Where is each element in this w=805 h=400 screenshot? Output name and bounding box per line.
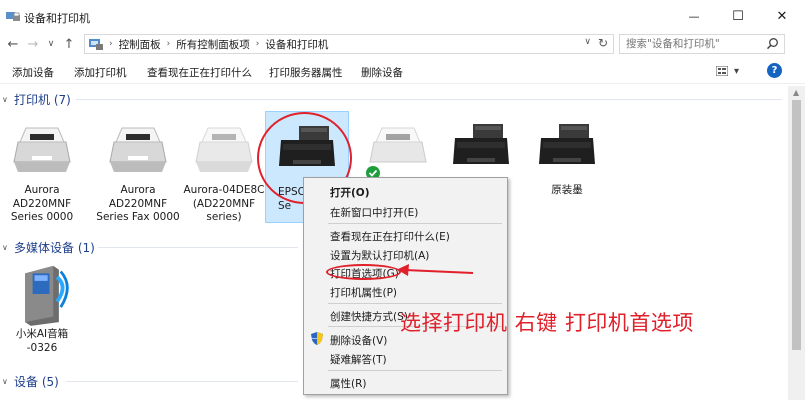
breadcrumb-devices-printers[interactable]: 设备和打印机	[265, 37, 328, 52]
group-divider	[76, 99, 782, 100]
group-label: 多媒体设备 (1)	[14, 240, 95, 255]
scroll-up-icon[interactable]: ▲	[793, 88, 799, 97]
epson-printer-icon	[453, 124, 509, 164]
mfp-printer-icon	[13, 127, 71, 172]
breadcrumb-control-panel[interactable]: 控制面板	[119, 37, 161, 52]
close-button[interactable]: ✕	[764, 0, 800, 32]
address-dropdown-icon[interactable]: ∨	[584, 37, 591, 47]
back-button[interactable]: ←	[4, 35, 22, 53]
device-printer-aurora-0000[interactable]: Aurora AD220MNF Series 0000	[0, 120, 84, 225]
forward-arrow-icon: →	[27, 36, 39, 52]
recent-locations-button[interactable]: ∨	[42, 35, 60, 53]
menu-item-troubleshoot[interactable]: 疑难解答(T)	[330, 352, 387, 367]
search-icon[interactable]	[766, 37, 779, 50]
breadcrumb-separator: ›	[109, 39, 113, 49]
window-title: 设备和打印机	[24, 12, 90, 25]
add-printer-button[interactable]: 添加打印机	[74, 65, 127, 80]
see-whats-printing-button[interactable]: 查看现在正在打印什么	[147, 65, 252, 80]
annotation-circle-menu	[326, 264, 401, 280]
help-button[interactable]: ?	[767, 63, 782, 78]
menu-item-remove-device[interactable]: 删除设备(V)	[330, 333, 387, 348]
menu-item-open[interactable]: 打开(O)	[330, 185, 370, 200]
remove-device-button[interactable]: 删除设备	[361, 65, 403, 80]
breadcrumb-all-items[interactable]: 所有控制面板项	[176, 37, 250, 52]
control-panel-icon	[89, 39, 103, 50]
forward-button[interactable]: →	[24, 35, 42, 53]
group-label: 打印机 (7)	[14, 92, 71, 107]
annotation-text: 选择打印机 右键 打印机首选项	[400, 311, 694, 335]
menu-item-see-printing[interactable]: 查看现在正在打印什么(E)	[330, 229, 450, 244]
menu-item-create-shortcut[interactable]: 创建快捷方式(S)	[330, 309, 408, 324]
device-printer-yuanzhuangmo[interactable]: 原装墨	[525, 120, 609, 198]
device-caption: Aurora AD220MNF Series Fax 0000	[96, 184, 180, 223]
device-caption: Aurora AD220MNF Series 0000	[10, 184, 74, 223]
mfp-printer-icon	[109, 127, 167, 172]
scrollbar-thumb[interactable]	[792, 100, 801, 350]
device-caption: Aurora-04DE8C (AD220MNF series)	[183, 184, 265, 223]
breadcrumb-separator: ›	[166, 39, 171, 49]
group-divider	[66, 381, 298, 382]
chevron-down-icon: ∨	[47, 39, 55, 49]
chevron-down-icon: ∨	[2, 376, 8, 386]
menu-item-printer-properties[interactable]: 打印机属性(P)	[330, 285, 397, 300]
menu-item-properties[interactable]: 属性(R)	[330, 376, 367, 391]
breadcrumb-separator: ›	[255, 39, 260, 49]
device-printer-aurora-04de8c[interactable]: Aurora-04DE8C (AD220MNF series)	[182, 120, 266, 225]
device-printer-aurora-fax[interactable]: Aurora AD220MNF Series Fax 0000	[96, 120, 180, 225]
add-device-button[interactable]: 添加设备	[12, 65, 54, 80]
menu-separator	[328, 303, 502, 304]
group-header-printers[interactable]: ∨ 打印机 (7)	[0, 90, 788, 108]
device-caption: 原装墨	[551, 184, 583, 196]
chevron-down-icon: ∨	[2, 94, 8, 104]
context-menu: 打开(O) 在新窗口中打开(E) 查看现在正在打印什么(E) 设置为默认打印机(…	[303, 177, 508, 395]
device-xiaomi-speaker[interactable]: 小米AI音箱 -0326	[0, 260, 84, 355]
print-server-properties-button[interactable]: 打印服务器属性	[269, 65, 343, 80]
group-label: 设备 (5)	[14, 374, 59, 389]
command-bar: 添加设备 添加打印机 查看现在正在打印什么 打印服务器属性 删除设备 ▾ ?	[0, 58, 805, 84]
minimize-icon: —	[688, 9, 700, 23]
vertical-scrollbar[interactable]: ▲	[788, 86, 805, 400]
back-arrow-icon: ←	[7, 36, 19, 52]
menu-separator	[328, 370, 502, 371]
address-bar[interactable]: › 控制面板 › 所有控制面板项 › 设备和打印机 ∨ ↻	[84, 34, 614, 54]
annotation-arrow	[397, 264, 474, 276]
view-dropdown-icon: ▾	[734, 65, 740, 77]
menu-item-open-new-window[interactable]: 在新窗口中打开(E)	[330, 205, 418, 220]
device-printer-epson-2[interactable]	[439, 120, 523, 178]
search-box[interactable]	[619, 34, 785, 54]
mfp-printer-icon	[195, 127, 253, 172]
devices-printers-icon	[6, 12, 20, 21]
menu-separator	[328, 223, 502, 224]
device-printer-default[interactable]	[356, 120, 440, 180]
help-icon: ?	[771, 65, 778, 76]
address-row: ← → ∨ ↑ › 控制面板 › 所有控制面板项 › 设备和打印机 ∨ ↻	[0, 32, 805, 56]
refresh-icon[interactable]: ↻	[598, 36, 608, 50]
uac-shield-icon	[311, 332, 323, 345]
view-icon	[716, 66, 728, 76]
maximize-icon: ☐	[732, 8, 744, 24]
device-caption: 小米AI音箱 -0326	[15, 328, 69, 354]
group-divider	[98, 247, 298, 248]
close-icon: ✕	[776, 8, 788, 24]
group-header-multimedia[interactable]: ∨ 多媒体设备 (1)	[0, 238, 300, 256]
group-header-devices[interactable]: ∨ 设备 (5)	[0, 372, 300, 390]
change-view-button[interactable]: ▾	[716, 64, 748, 78]
minimize-button[interactable]: —	[676, 0, 712, 32]
search-input[interactable]	[626, 38, 766, 50]
up-arrow-icon: ↑	[63, 36, 75, 52]
epson-printer-icon	[539, 124, 595, 164]
up-button[interactable]: ↑	[60, 35, 78, 53]
maximize-button[interactable]: ☐	[720, 0, 756, 32]
media-device-icon	[25, 265, 69, 326]
title-bar: 设备和打印机 — ☐ ✕	[0, 0, 805, 32]
chevron-down-icon: ∨	[2, 242, 8, 252]
